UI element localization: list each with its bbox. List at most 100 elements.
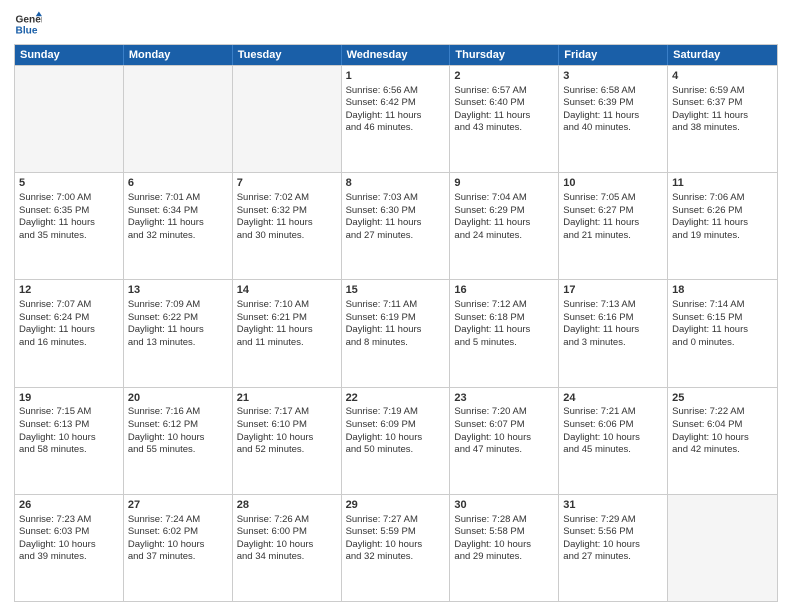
day-info: Sunrise: 7:28 AM Sunset: 5:58 PM Dayligh… xyxy=(454,514,554,564)
day-info: Sunrise: 7:22 AM Sunset: 6:04 PM Dayligh… xyxy=(672,406,773,456)
cal-cell: 5Sunrise: 7:00 AM Sunset: 6:35 PM Daylig… xyxy=(15,173,124,279)
day-number: 13 xyxy=(128,283,228,298)
cal-header-sunday: Sunday xyxy=(15,45,124,65)
cal-cell: 10Sunrise: 7:05 AM Sunset: 6:27 PM Dayli… xyxy=(559,173,668,279)
cal-week-5: 26Sunrise: 7:23 AM Sunset: 6:03 PM Dayli… xyxy=(15,494,777,601)
day-info: Sunrise: 6:57 AM Sunset: 6:40 PM Dayligh… xyxy=(454,85,554,135)
day-number: 6 xyxy=(128,176,228,191)
svg-text:Blue: Blue xyxy=(16,25,38,36)
cal-header-monday: Monday xyxy=(124,45,233,65)
day-number: 9 xyxy=(454,176,554,191)
cal-cell: 8Sunrise: 7:03 AM Sunset: 6:30 PM Daylig… xyxy=(342,173,451,279)
day-info: Sunrise: 7:23 AM Sunset: 6:03 PM Dayligh… xyxy=(19,514,119,564)
day-info: Sunrise: 7:29 AM Sunset: 5:56 PM Dayligh… xyxy=(563,514,663,564)
cal-cell: 1Sunrise: 6:56 AM Sunset: 6:42 PM Daylig… xyxy=(342,66,451,172)
day-number: 18 xyxy=(672,283,773,298)
cal-cell: 22Sunrise: 7:19 AM Sunset: 6:09 PM Dayli… xyxy=(342,388,451,494)
day-info: Sunrise: 7:05 AM Sunset: 6:27 PM Dayligh… xyxy=(563,192,663,242)
header: General Blue xyxy=(14,10,778,38)
day-number: 19 xyxy=(19,391,119,406)
cal-cell: 23Sunrise: 7:20 AM Sunset: 6:07 PM Dayli… xyxy=(450,388,559,494)
cal-cell: 13Sunrise: 7:09 AM Sunset: 6:22 PM Dayli… xyxy=(124,280,233,386)
cal-cell: 19Sunrise: 7:15 AM Sunset: 6:13 PM Dayli… xyxy=(15,388,124,494)
day-number: 26 xyxy=(19,498,119,513)
day-info: Sunrise: 7:10 AM Sunset: 6:21 PM Dayligh… xyxy=(237,299,337,349)
day-info: Sunrise: 7:07 AM Sunset: 6:24 PM Dayligh… xyxy=(19,299,119,349)
day-number: 8 xyxy=(346,176,446,191)
day-info: Sunrise: 7:12 AM Sunset: 6:18 PM Dayligh… xyxy=(454,299,554,349)
cal-cell xyxy=(233,66,342,172)
day-info: Sunrise: 7:06 AM Sunset: 6:26 PM Dayligh… xyxy=(672,192,773,242)
day-number: 21 xyxy=(237,391,337,406)
cal-cell: 27Sunrise: 7:24 AM Sunset: 6:02 PM Dayli… xyxy=(124,495,233,601)
cal-cell: 24Sunrise: 7:21 AM Sunset: 6:06 PM Dayli… xyxy=(559,388,668,494)
day-info: Sunrise: 7:04 AM Sunset: 6:29 PM Dayligh… xyxy=(454,192,554,242)
day-number: 17 xyxy=(563,283,663,298)
day-info: Sunrise: 7:27 AM Sunset: 5:59 PM Dayligh… xyxy=(346,514,446,564)
logo: General Blue xyxy=(14,10,42,38)
day-number: 27 xyxy=(128,498,228,513)
cal-cell: 28Sunrise: 7:26 AM Sunset: 6:00 PM Dayli… xyxy=(233,495,342,601)
cal-cell: 12Sunrise: 7:07 AM Sunset: 6:24 PM Dayli… xyxy=(15,280,124,386)
day-info: Sunrise: 7:24 AM Sunset: 6:02 PM Dayligh… xyxy=(128,514,228,564)
day-info: Sunrise: 7:14 AM Sunset: 6:15 PM Dayligh… xyxy=(672,299,773,349)
day-info: Sunrise: 7:00 AM Sunset: 6:35 PM Dayligh… xyxy=(19,192,119,242)
cal-week-3: 12Sunrise: 7:07 AM Sunset: 6:24 PM Dayli… xyxy=(15,279,777,386)
day-number: 30 xyxy=(454,498,554,513)
day-number: 23 xyxy=(454,391,554,406)
day-number: 11 xyxy=(672,176,773,191)
day-info: Sunrise: 7:19 AM Sunset: 6:09 PM Dayligh… xyxy=(346,406,446,456)
day-info: Sunrise: 6:56 AM Sunset: 6:42 PM Dayligh… xyxy=(346,85,446,135)
day-number: 16 xyxy=(454,283,554,298)
cal-header-thursday: Thursday xyxy=(450,45,559,65)
day-info: Sunrise: 7:02 AM Sunset: 6:32 PM Dayligh… xyxy=(237,192,337,242)
day-number: 14 xyxy=(237,283,337,298)
day-number: 3 xyxy=(563,69,663,84)
day-number: 25 xyxy=(672,391,773,406)
cal-header-saturday: Saturday xyxy=(668,45,777,65)
day-number: 4 xyxy=(672,69,773,84)
day-number: 7 xyxy=(237,176,337,191)
cal-cell: 20Sunrise: 7:16 AM Sunset: 6:12 PM Dayli… xyxy=(124,388,233,494)
day-info: Sunrise: 7:13 AM Sunset: 6:16 PM Dayligh… xyxy=(563,299,663,349)
cal-cell: 15Sunrise: 7:11 AM Sunset: 6:19 PM Dayli… xyxy=(342,280,451,386)
cal-cell: 14Sunrise: 7:10 AM Sunset: 6:21 PM Dayli… xyxy=(233,280,342,386)
day-info: Sunrise: 7:20 AM Sunset: 6:07 PM Dayligh… xyxy=(454,406,554,456)
cal-header-friday: Friday xyxy=(559,45,668,65)
cal-header-wednesday: Wednesday xyxy=(342,45,451,65)
day-number: 29 xyxy=(346,498,446,513)
day-number: 1 xyxy=(346,69,446,84)
cal-cell: 16Sunrise: 7:12 AM Sunset: 6:18 PM Dayli… xyxy=(450,280,559,386)
day-info: Sunrise: 7:17 AM Sunset: 6:10 PM Dayligh… xyxy=(237,406,337,456)
day-info: Sunrise: 7:03 AM Sunset: 6:30 PM Dayligh… xyxy=(346,192,446,242)
day-info: Sunrise: 7:15 AM Sunset: 6:13 PM Dayligh… xyxy=(19,406,119,456)
day-info: Sunrise: 6:59 AM Sunset: 6:37 PM Dayligh… xyxy=(672,85,773,135)
day-number: 2 xyxy=(454,69,554,84)
cal-cell: 6Sunrise: 7:01 AM Sunset: 6:34 PM Daylig… xyxy=(124,173,233,279)
cal-cell: 31Sunrise: 7:29 AM Sunset: 5:56 PM Dayli… xyxy=(559,495,668,601)
calendar-header-row: SundayMondayTuesdayWednesdayThursdayFrid… xyxy=(15,45,777,65)
day-info: Sunrise: 7:01 AM Sunset: 6:34 PM Dayligh… xyxy=(128,192,228,242)
cal-week-2: 5Sunrise: 7:00 AM Sunset: 6:35 PM Daylig… xyxy=(15,172,777,279)
cal-cell xyxy=(668,495,777,601)
day-number: 31 xyxy=(563,498,663,513)
day-number: 20 xyxy=(128,391,228,406)
day-number: 15 xyxy=(346,283,446,298)
cal-cell: 9Sunrise: 7:04 AM Sunset: 6:29 PM Daylig… xyxy=(450,173,559,279)
page: General Blue SundayMondayTuesdayWednesda… xyxy=(0,0,792,612)
day-info: Sunrise: 7:16 AM Sunset: 6:12 PM Dayligh… xyxy=(128,406,228,456)
day-info: Sunrise: 7:11 AM Sunset: 6:19 PM Dayligh… xyxy=(346,299,446,349)
day-info: Sunrise: 7:09 AM Sunset: 6:22 PM Dayligh… xyxy=(128,299,228,349)
day-number: 24 xyxy=(563,391,663,406)
cal-cell: 3Sunrise: 6:58 AM Sunset: 6:39 PM Daylig… xyxy=(559,66,668,172)
calendar-body: 1Sunrise: 6:56 AM Sunset: 6:42 PM Daylig… xyxy=(15,65,777,601)
cal-cell: 7Sunrise: 7:02 AM Sunset: 6:32 PM Daylig… xyxy=(233,173,342,279)
cal-cell: 26Sunrise: 7:23 AM Sunset: 6:03 PM Dayli… xyxy=(15,495,124,601)
day-number: 22 xyxy=(346,391,446,406)
day-number: 28 xyxy=(237,498,337,513)
cal-cell: 18Sunrise: 7:14 AM Sunset: 6:15 PM Dayli… xyxy=(668,280,777,386)
day-number: 10 xyxy=(563,176,663,191)
day-info: Sunrise: 7:26 AM Sunset: 6:00 PM Dayligh… xyxy=(237,514,337,564)
day-info: Sunrise: 6:58 AM Sunset: 6:39 PM Dayligh… xyxy=(563,85,663,135)
cal-week-1: 1Sunrise: 6:56 AM Sunset: 6:42 PM Daylig… xyxy=(15,65,777,172)
